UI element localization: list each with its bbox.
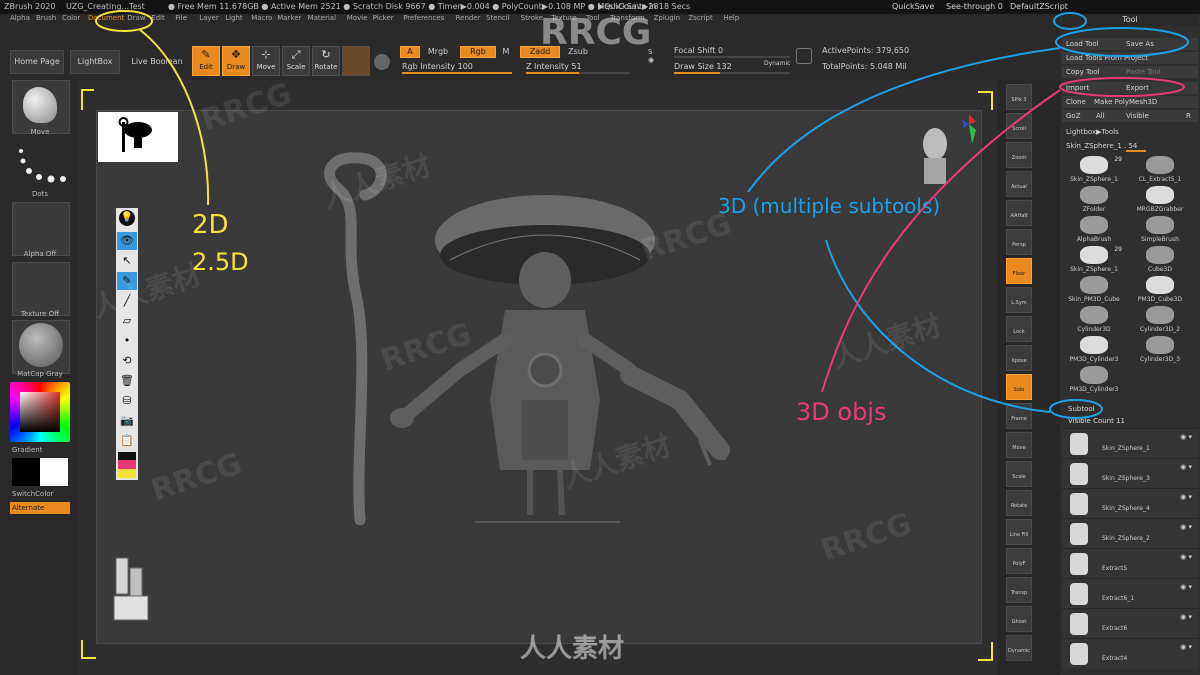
watermark-cn-bottom: 人人素材 — [520, 634, 625, 664]
annotation-2-5d: 2.5D — [192, 248, 249, 276]
watermark-rrcg-top: RRCG — [540, 12, 652, 53]
annotation-layer — [95, 10, 1189, 419]
annotation-3d-multiple: 3D (multiple subtools) — [718, 194, 941, 218]
annotation-2d: 2D — [192, 210, 229, 240]
annotation-3d-objs: 3D objs — [796, 398, 887, 426]
